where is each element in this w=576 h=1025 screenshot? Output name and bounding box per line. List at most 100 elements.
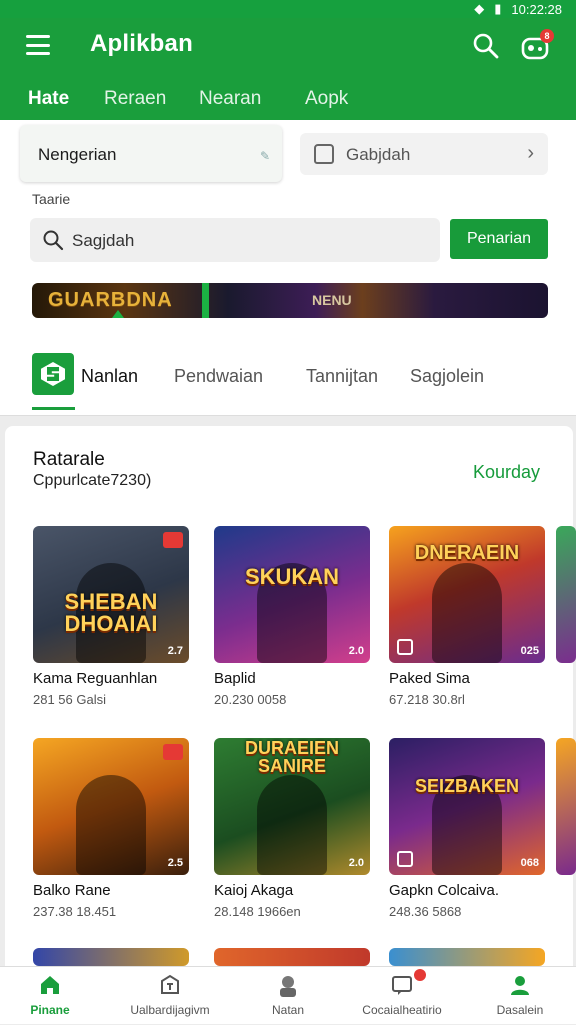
chevron-right-icon: › xyxy=(527,142,534,164)
edit-icon: ✎ xyxy=(259,149,270,163)
game-stats: 248.36 5868 xyxy=(389,904,462,919)
nav-home[interactable]: Pinane xyxy=(0,967,100,1025)
nav-categories[interactable]: Ualbardijagivm xyxy=(120,967,220,1025)
notification-dot xyxy=(414,969,426,981)
search-icon xyxy=(43,230,64,251)
category-tab-sagjolein[interactable]: Sagjolein xyxy=(410,366,484,387)
menu-icon[interactable] xyxy=(26,35,50,55)
app-title: Aplikban xyxy=(90,30,193,57)
banner-pointer-icon xyxy=(112,310,124,318)
game-stats: 28.148 1966en xyxy=(214,904,301,919)
location-value: Gabjdah xyxy=(346,145,411,164)
battery-icon: ▮ xyxy=(494,1,502,16)
game-thumbnail[interactable]: SHEBAN DHOAIAI 2.7 xyxy=(33,526,189,663)
category-value: Nengerian xyxy=(38,145,117,164)
game-stats: 237.38 18.451 xyxy=(33,904,117,919)
tab-aopk[interactable]: Aopk xyxy=(305,88,348,110)
game-thumbnail-partial[interactable] xyxy=(556,526,576,663)
game-title-art: SKUKAN xyxy=(244,564,340,589)
category-tab-tannijtan[interactable]: Tannijtan xyxy=(306,366,378,387)
banner-marker xyxy=(202,283,209,318)
game-thumbnail-partial[interactable] xyxy=(389,948,545,966)
search-input[interactable]: Sagjdah xyxy=(30,218,440,262)
tab-reraen[interactable]: Reraen xyxy=(104,88,166,110)
home-icon xyxy=(41,976,59,994)
game-name[interactable]: Balko Rane xyxy=(33,882,111,899)
character-art xyxy=(432,563,502,663)
nav-center[interactable]: Natan xyxy=(238,967,338,1025)
game-thumbnail-partial[interactable] xyxy=(33,948,189,966)
category-select[interactable]: Nengerian ✎ xyxy=(20,125,282,182)
game-stats: 281 56 Galsi xyxy=(33,692,106,707)
search-icon[interactable] xyxy=(472,32,500,60)
character-art xyxy=(76,775,146,875)
nav-label: Dasalein xyxy=(496,1003,544,1017)
game-meta: 068 xyxy=(520,857,539,869)
store-icon xyxy=(314,144,334,164)
bottom-navigation: Pinane Ualbardijagivm Natan Cocaialheati… xyxy=(0,966,576,1024)
category-tab-nanlan[interactable]: Nanlan xyxy=(81,366,138,387)
hot-badge xyxy=(163,532,183,548)
status-time: 10:22:28 xyxy=(511,1,562,17)
game-name[interactable]: Baplid xyxy=(214,670,256,687)
game-meta: 2.7 xyxy=(167,645,183,657)
notification-badge: 8 xyxy=(540,29,554,43)
wifi-icon: ◆ xyxy=(474,1,485,16)
hot-badge xyxy=(163,744,183,760)
search-placeholder: Sagjdah xyxy=(72,231,135,250)
character-avatar-icon xyxy=(280,976,296,997)
nav-label: Ualbardijagivm xyxy=(130,1003,210,1017)
download-icon xyxy=(397,639,413,655)
search-button[interactable]: Penarian xyxy=(450,219,548,259)
game-stats: 67.218 30.8rl xyxy=(389,692,465,707)
tab-hate[interactable]: Hate xyxy=(28,88,69,110)
game-thumbnail[interactable]: DNERAEIN 025 xyxy=(389,526,545,663)
game-thumbnail[interactable]: SEIZBAKEN 068 xyxy=(389,738,545,875)
status-bar: ◆ ▮ 10:22:28 xyxy=(0,0,576,18)
game-name[interactable]: Gapkn Colcaiva. xyxy=(389,882,499,899)
notifications-button[interactable]: 8 xyxy=(520,29,554,62)
active-tab-indicator xyxy=(32,407,75,410)
store-logo-icon xyxy=(32,353,74,395)
section-title: Ratarale xyxy=(33,449,105,470)
game-title-art: DNERAEIN xyxy=(414,542,520,564)
game-title-art: SEIZBAKEN xyxy=(414,776,519,796)
game-title-art: SHEBAN DHOAIAI xyxy=(64,589,158,636)
game-meta: 2.0 xyxy=(348,857,364,869)
game-meta: 2.5 xyxy=(167,857,183,869)
character-art xyxy=(257,775,327,875)
nav-label: Cocaialheatirio xyxy=(362,1003,442,1017)
nav-profile[interactable]: Dasalein xyxy=(470,967,570,1025)
game-thumbnail-partial[interactable] xyxy=(556,738,576,875)
nav-label: Natan xyxy=(271,1003,305,1017)
tab-nearan[interactable]: Nearan xyxy=(199,88,261,110)
location-select[interactable]: Gabjdah › xyxy=(300,133,548,175)
game-meta: 025 xyxy=(520,645,539,657)
game-stats: 20.230 0058 xyxy=(214,692,287,707)
game-thumbnail-partial[interactable] xyxy=(214,948,370,966)
section-subtitle: Cppurlcate7230) xyxy=(33,472,152,489)
nav-messages[interactable]: Cocaialheatirio xyxy=(352,967,452,1025)
filter-label: Taarie xyxy=(32,191,71,207)
game-thumbnail[interactable]: 2.5 xyxy=(33,738,189,875)
divider xyxy=(0,415,576,416)
promo-banner[interactable]: GUARBDNA NENU xyxy=(32,283,548,318)
see-all-link[interactable]: Kourday xyxy=(473,462,540,483)
user-icon xyxy=(511,976,529,995)
game-thumbnail[interactable]: DURAEIEN SANIRE 2.0 xyxy=(214,738,370,875)
game-name[interactable]: Kama Reguanhlan xyxy=(33,670,157,687)
game-title-art: DURAEIEN SANIRE xyxy=(244,738,339,776)
tag-icon xyxy=(161,974,179,994)
category-tabs: Nanlan Pendwaian Tannijtan Sagjolein xyxy=(0,345,576,416)
banner-title: GUARBDNA xyxy=(48,289,173,311)
game-name[interactable]: Kaioj Akaga xyxy=(214,882,293,899)
game-name[interactable]: Paked Sima xyxy=(389,670,470,687)
nav-label: Pinane xyxy=(30,1003,70,1017)
app-bar: Aplikban 8 Hate Reraen Nearan Aopk xyxy=(0,18,576,134)
download-icon xyxy=(397,851,413,867)
game-thumbnail[interactable]: SKUKAN 2.0 xyxy=(214,526,370,663)
game-meta: 2.0 xyxy=(348,645,364,657)
category-tab-pendwaian[interactable]: Pendwaian xyxy=(174,366,263,387)
banner-subtitle: NENU xyxy=(312,292,352,308)
chat-icon xyxy=(392,976,412,995)
